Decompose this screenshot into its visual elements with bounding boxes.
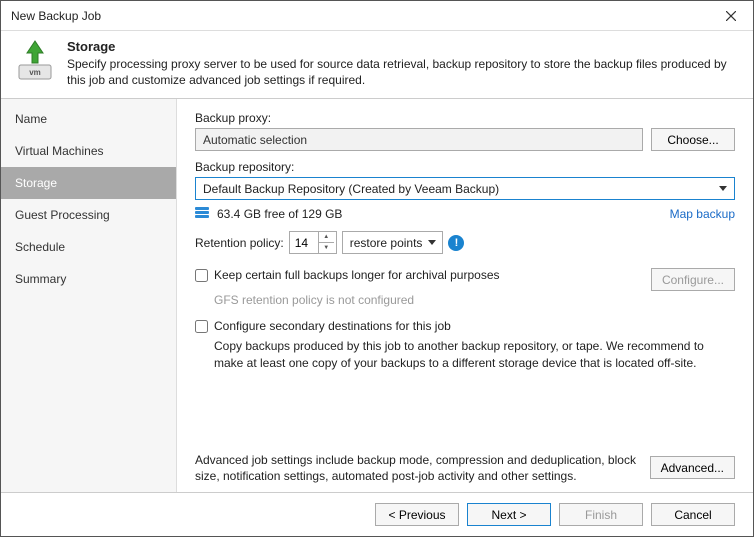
svg-text:vm: vm [29, 68, 41, 77]
secondary-checkbox[interactable] [195, 320, 208, 333]
repo-free-text: 63.4 GB free of 129 GB [217, 207, 342, 221]
keep-full-row[interactable]: Keep certain full backups longer for arc… [195, 268, 651, 282]
header: vm Storage Specify processing proxy serv… [1, 31, 753, 98]
repo-status: 63.4 GB free of 129 GB Map backup [195, 207, 735, 221]
cancel-button[interactable]: Cancel [651, 503, 735, 526]
spinner-down-icon[interactable]: ▼ [319, 243, 334, 253]
repo-label: Backup repository: [195, 160, 735, 174]
previous-button[interactable]: < Previous [375, 503, 459, 526]
spinner-up-icon[interactable]: ▲ [319, 232, 334, 243]
retention-row: Retention policy: ▲ ▼ restore points ! [195, 231, 735, 254]
proxy-label: Backup proxy: [195, 111, 735, 125]
storage-icon: vm [13, 39, 57, 83]
repo-select[interactable]: Default Backup Repository (Created by Ve… [195, 177, 735, 200]
sidebar: Name Virtual Machines Storage Guest Proc… [1, 99, 177, 492]
sidebar-item-virtual-machines[interactable]: Virtual Machines [1, 135, 176, 167]
retention-spinner[interactable]: ▲ ▼ [289, 231, 337, 254]
secondary-desc: Copy backups produced by this job to ano… [214, 338, 735, 370]
retention-unit-select[interactable]: restore points [342, 231, 444, 254]
sidebar-item-guest-processing[interactable]: Guest Processing [1, 199, 176, 231]
dialog-window: New Backup Job vm Storage Specify proces… [0, 0, 754, 537]
configure-button: Configure... [651, 268, 735, 291]
map-backup-link[interactable]: Map backup [670, 207, 735, 221]
info-icon[interactable]: ! [448, 235, 464, 251]
close-icon[interactable] [709, 1, 753, 31]
sidebar-item-storage[interactable]: Storage [1, 167, 176, 199]
proxy-input[interactable]: Automatic selection [195, 128, 643, 151]
header-text: Storage Specify processing proxy server … [67, 39, 741, 88]
next-button[interactable]: Next > [467, 503, 551, 526]
choose-button[interactable]: Choose... [651, 128, 735, 151]
page-description: Specify processing proxy server to be us… [67, 56, 741, 88]
disk-icon [195, 207, 209, 221]
retention-label: Retention policy: [195, 236, 284, 250]
finish-button: Finish [559, 503, 643, 526]
sidebar-item-schedule[interactable]: Schedule [1, 231, 176, 263]
gfs-note: GFS retention policy is not configured [214, 293, 735, 307]
retention-input[interactable] [290, 235, 318, 251]
sidebar-item-name[interactable]: Name [1, 103, 176, 135]
page-title: Storage [67, 39, 741, 54]
window-title: New Backup Job [11, 9, 101, 23]
titlebar: New Backup Job [1, 1, 753, 31]
body: Name Virtual Machines Storage Guest Proc… [1, 98, 753, 492]
secondary-label: Configure secondary destinations for thi… [214, 319, 451, 333]
advanced-button[interactable]: Advanced... [650, 456, 735, 479]
main-panel: Backup proxy: Automatic selection Choose… [177, 99, 753, 492]
advanced-desc: Advanced job settings include backup mod… [195, 452, 638, 484]
secondary-row[interactable]: Configure secondary destinations for thi… [195, 319, 735, 333]
sidebar-item-summary[interactable]: Summary [1, 263, 176, 295]
keep-full-checkbox[interactable] [195, 269, 208, 282]
footer: < Previous Next > Finish Cancel [1, 492, 753, 536]
keep-full-label: Keep certain full backups longer for arc… [214, 268, 500, 282]
